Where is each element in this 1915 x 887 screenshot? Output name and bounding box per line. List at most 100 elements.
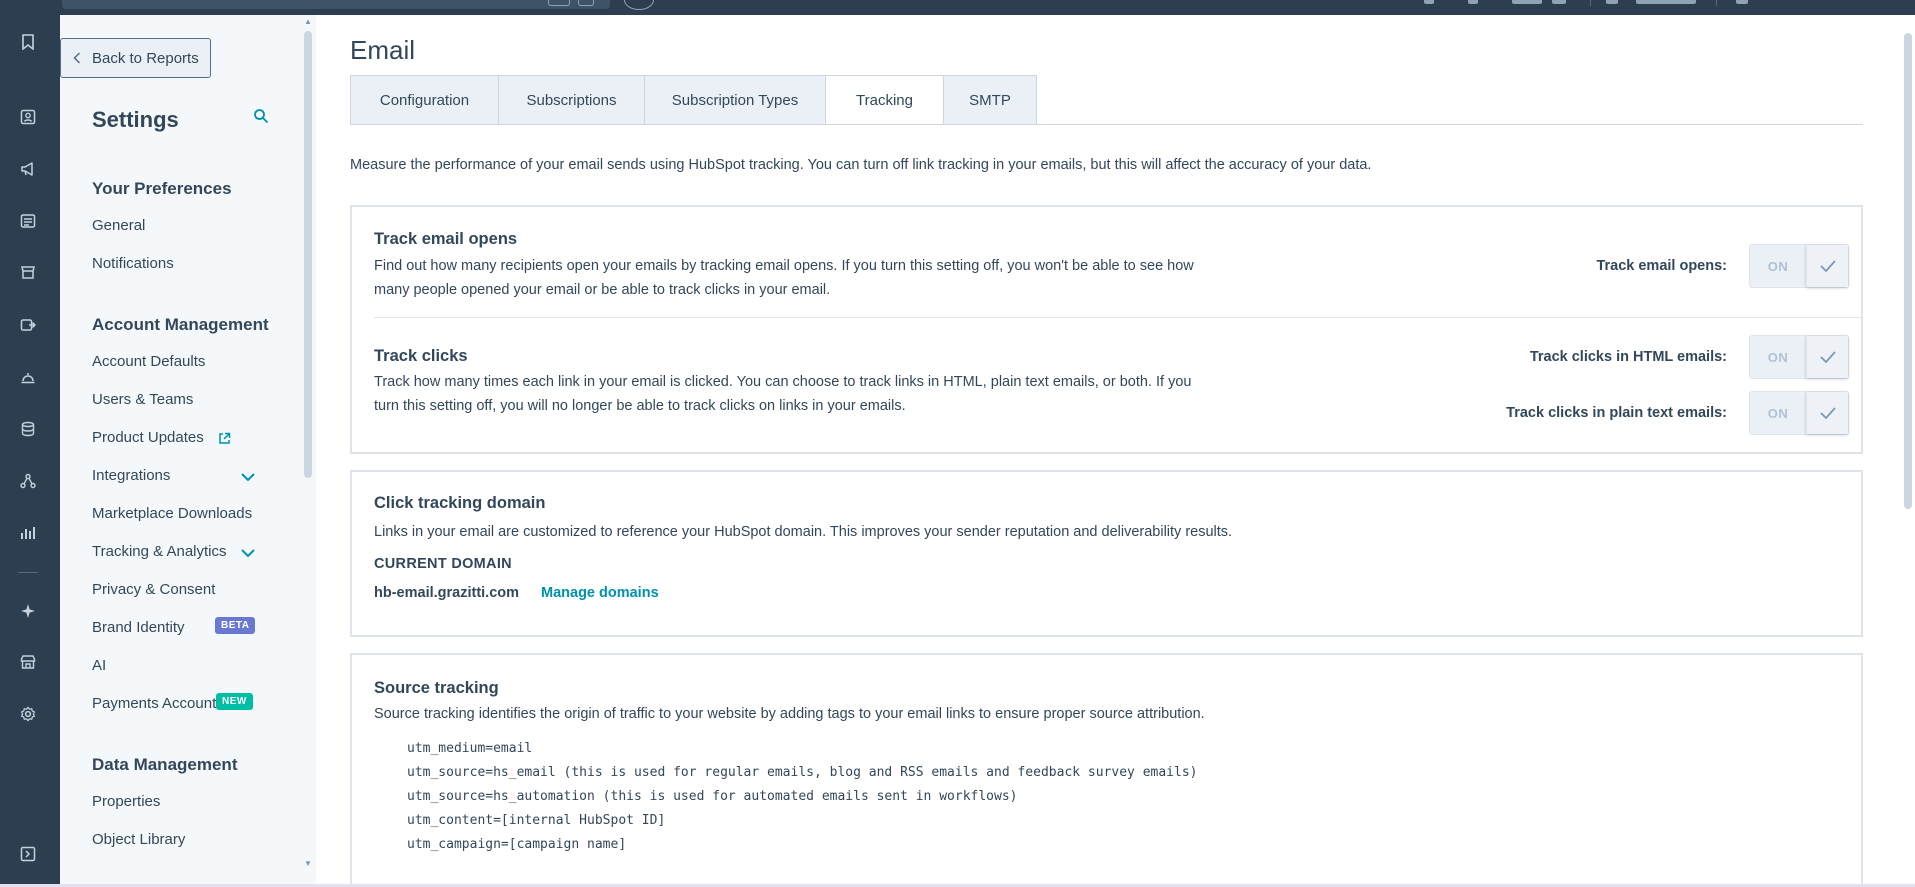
calling-icon[interactable] [1424, 0, 1434, 4]
source-tracking-card: Source tracking Source tracking identifi… [350, 653, 1863, 887]
settings-sidebar: Back to Reports Settings Your Preference… [60, 15, 300, 887]
utm-param: utm_medium=email [407, 741, 533, 756]
tab-subscriptions[interactable]: Subscriptions [498, 75, 644, 125]
chevron-down-icon[interactable] [240, 472, 256, 482]
sidebar-item-brand-identity[interactable]: Brand Identity [92, 619, 185, 636]
service-icon[interactable] [19, 369, 37, 387]
notifications-icon[interactable] [1468, 0, 1478, 4]
track-opens-desc: many people opened your email or be able… [374, 282, 831, 298]
sidebar-item-ai[interactable]: AI [92, 657, 106, 674]
scrollbar-thumb[interactable] [304, 31, 312, 478]
click-tracking-domain-card: Click tracking domain Links in your emai… [350, 470, 1863, 637]
tracking-settings-card: Track email opens Find out how many reci… [350, 205, 1863, 454]
tab-smtp[interactable]: SMTP [943, 75, 1037, 125]
source-card-title: Source tracking [374, 679, 499, 697]
track-clicks-plain-toggle[interactable]: ON [1749, 391, 1849, 435]
bookmark-icon[interactable] [19, 33, 37, 51]
back-to-reports-button[interactable]: Back to Reports [60, 38, 211, 78]
megaphone-icon[interactable] [19, 160, 37, 178]
toggle-state: ON [1767, 349, 1789, 365]
track-clicks-plain-label: Track clicks in plain text emails: [1506, 405, 1727, 421]
track-opens-desc: Find out how many recipients open your e… [374, 258, 1194, 274]
tracking-intro-text: Measure the performance of your email se… [350, 157, 1372, 173]
new-badge: NEW [216, 693, 253, 710]
scroll-down-icon[interactable]: ▼ [304, 859, 312, 868]
source-card-desc: Source tracking identifies the origin of… [374, 706, 1205, 722]
settings-title: Settings [92, 107, 179, 132]
commerce-icon[interactable] [19, 263, 37, 281]
contacts-icon[interactable] [19, 108, 37, 126]
track-opens-title: Track email opens [374, 230, 518, 248]
nav-divider [1716, 0, 1717, 6]
top-nav-bar [0, 0, 1915, 15]
search-icon[interactable] [252, 107, 270, 125]
utm-param: utm_source=hs_email (this is used for re… [407, 765, 1198, 780]
copilot-button[interactable] [624, 0, 654, 10]
data-icon[interactable] [19, 420, 37, 438]
sidebar-scrollbar[interactable]: ▲ ▼ [300, 15, 316, 887]
tab-tracking[interactable]: Tracking [825, 75, 943, 125]
track-clicks-html-label: Track clicks in HTML emails: [1529, 349, 1727, 365]
track-clicks-html-toggle[interactable]: ON [1749, 335, 1849, 379]
current-domain-value: hb-email.grazitti.com [374, 585, 520, 601]
reports-icon[interactable] [19, 524, 37, 542]
store-icon[interactable] [19, 653, 37, 671]
sparkle-icon[interactable] [19, 602, 37, 620]
help-icon[interactable] [1512, 0, 1542, 4]
settings-icon[interactable] [19, 705, 37, 723]
card-divider [374, 317, 1863, 318]
user-icon[interactable] [1606, 0, 1618, 4]
global-search-input[interactable] [62, 0, 610, 9]
automation-icon[interactable] [19, 316, 37, 334]
rail-divider [18, 572, 38, 573]
sidebar-item-object-library[interactable]: Object Library [92, 831, 185, 848]
avatar[interactable] [1736, 0, 1748, 4]
main-scrollbar[interactable] [1899, 15, 1915, 887]
beta-badge: BETA [215, 617, 256, 634]
section-heading-preferences: Your Preferences [92, 179, 232, 198]
page-title: Email [350, 35, 416, 65]
utm-param: utm_source=hs_automation (this is used f… [407, 789, 1018, 804]
check-icon [1806, 392, 1848, 434]
track-clicks-desc: Track how many times each link in your e… [374, 374, 1192, 390]
sidebar-item-privacy-consent[interactable]: Privacy & Consent [92, 581, 215, 598]
sidebar-item-properties[interactable]: Properties [92, 793, 160, 810]
toggle-state: ON [1767, 405, 1789, 421]
sidebar-item-payments-account[interactable]: Payments Account [92, 695, 216, 712]
sidebar-item-marketplace-downloads[interactable]: Marketplace Downloads [92, 505, 252, 522]
domain-card-title: Click tracking domain [374, 494, 546, 512]
tab-bar: Configuration Subscriptions Subscription… [350, 75, 1037, 125]
sidebar-item-general[interactable]: General [92, 217, 145, 234]
sidebar-item-account-defaults[interactable]: Account Defaults [92, 353, 205, 370]
sidebar-item-users-teams[interactable]: Users & Teams [92, 391, 193, 408]
main-content: Email Configuration Subscriptions Subscr… [316, 15, 1899, 887]
sidebar-item-product-updates[interactable]: Product Updates [92, 429, 231, 446]
check-icon [1806, 245, 1848, 287]
track-clicks-title: Track clicks [374, 347, 468, 365]
current-domain-label: CURRENT DOMAIN [374, 556, 512, 572]
content-icon[interactable] [19, 212, 37, 230]
tab-subscription-types[interactable]: Subscription Types [644, 75, 825, 125]
account-menu[interactable] [1636, 0, 1696, 4]
back-button-label: Back to Reports [92, 49, 199, 67]
sidebar-item-label: Product Updates [92, 429, 204, 446]
tab-underline [350, 124, 1863, 125]
section-heading-account-management: Account Management [92, 315, 269, 334]
track-opens-toggle[interactable]: ON [1749, 244, 1849, 288]
sidebar-item-integrations[interactable]: Integrations [92, 467, 170, 484]
chevron-left-icon [73, 52, 81, 64]
domain-card-desc: Links in your email are customized to re… [374, 524, 1233, 540]
utm-param: utm_campaign=[campaign name] [407, 837, 627, 852]
sidebar-item-notifications[interactable]: Notifications [92, 255, 174, 272]
check-icon [1806, 336, 1848, 378]
shortcut-key-icon [548, 0, 570, 6]
chevron-down-icon[interactable] [240, 548, 256, 558]
scrollbar-thumb[interactable] [1904, 33, 1912, 509]
expand-icon[interactable] [19, 845, 37, 863]
scroll-up-icon[interactable]: ▲ [304, 17, 312, 26]
marketplace-icon[interactable] [1552, 0, 1566, 4]
tab-configuration[interactable]: Configuration [350, 75, 498, 125]
manage-domains-link[interactable]: Manage domains [541, 585, 659, 601]
workflow-icon[interactable] [19, 472, 37, 490]
sidebar-item-tracking-analytics[interactable]: Tracking & Analytics [92, 543, 227, 560]
